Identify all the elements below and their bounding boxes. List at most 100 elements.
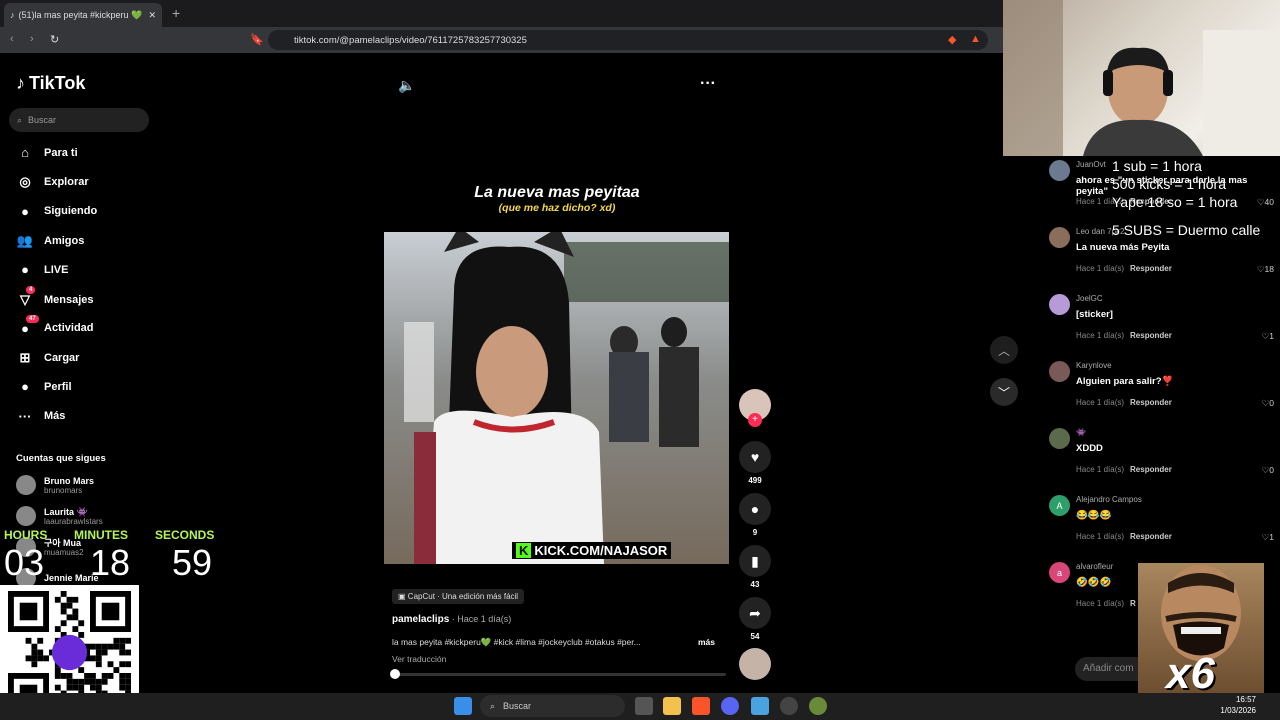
comment-bubble-icon[interactable]: ● (739, 493, 771, 525)
qr-module (72, 626, 79, 632)
following-account[interactable]: Bruno Mars brunomars (16, 475, 94, 495)
next-video-chevron-down-icon[interactable]: ﹀ (990, 378, 1018, 406)
nav-item-para-ti[interactable]: ⌂ Para ti (16, 145, 78, 160)
more-options-icon[interactable]: ··· (700, 75, 716, 93)
overlay-rule-line: 500 kicks = 1 hora (1112, 176, 1227, 192)
comment-action[interactable]: ● 9 (738, 493, 772, 537)
nav-item-cargar[interactable]: ⊞ Cargar (16, 350, 80, 366)
obs-icon[interactable] (780, 697, 798, 715)
creator-avatar-action[interactable]: + (738, 389, 772, 427)
hours-label: HOURS (4, 528, 48, 542)
save-action[interactable]: ▮ 43 (738, 545, 772, 589)
comment-username[interactable]: alvarofleur (1076, 562, 1113, 571)
comment-avatar[interactable] (1049, 428, 1070, 449)
notepad-icon[interactable] (751, 697, 769, 715)
comment-avatar[interactable] (1049, 160, 1070, 181)
clock-time: 16:57 (1235, 695, 1256, 704)
comment-username[interactable]: Alejandro Campos (1076, 495, 1142, 504)
comment-avatar[interactable]: A (1049, 495, 1070, 516)
qr-module (119, 684, 126, 691)
share-action[interactable]: ➦ 54 (738, 597, 772, 641)
reload-icon[interactable]: ↻ (50, 33, 59, 46)
comment-avatar[interactable] (1049, 227, 1070, 248)
comment-text: [sticker] (1076, 309, 1113, 320)
reply-button[interactable]: Responder (1130, 465, 1172, 474)
video-progress-bar[interactable] (390, 669, 726, 679)
qr-module (125, 661, 131, 668)
progress-knob[interactable] (390, 669, 401, 679)
heart-outline-icon[interactable]: ♡ (1257, 264, 1265, 274)
bookmark-icon[interactable]: 🔖 (250, 33, 264, 46)
comment-like-count: 18 (1264, 264, 1274, 274)
minutes-label: MINUTES (74, 528, 128, 542)
tiktok-logo[interactable]: ♪ TikTok (16, 73, 85, 94)
comment-username[interactable]: JoelGC (1076, 294, 1103, 303)
nav-item-amigos[interactable]: 👥 Amigos (16, 233, 84, 249)
comment-username[interactable]: 👾 (1076, 428, 1086, 437)
comment-like[interactable]: ♡0 (1262, 398, 1274, 409)
system-clock[interactable]: 16:57 1/03/2026 (1220, 694, 1256, 716)
nav-item-perfil[interactable]: ● Perfil (16, 379, 71, 394)
comment-like[interactable]: ♡0 (1262, 465, 1274, 476)
video-still-image (404, 232, 729, 564)
volume-icon[interactable]: 🔈 (398, 77, 415, 94)
nav-item-actividad[interactable]: ● 47 Actividad (16, 314, 94, 336)
search-input[interactable]: ⌕ Buscar (9, 108, 149, 132)
reply-button[interactable]: Responder (1130, 264, 1172, 273)
back-icon[interactable]: ‹ (10, 33, 14, 45)
qr-module (125, 637, 131, 644)
reply-button[interactable]: Responder (1130, 532, 1172, 541)
comment-like[interactable]: ♡1 (1262, 532, 1274, 543)
like-action[interactable]: ♥ 499 (738, 441, 772, 485)
home-icon: ⌂ (21, 145, 29, 160)
app-icon[interactable] (809, 697, 827, 715)
video-frame[interactable]: K KICK.COM/NAJASOR (384, 232, 729, 564)
kick-watermark: K KICK.COM/NAJASOR (512, 542, 672, 559)
following-account[interactable]: Laurita 👾 laaurabrawlstars (16, 506, 103, 526)
comment-avatar[interactable] (1049, 361, 1070, 382)
previous-video-chevron-up-icon[interactable]: ︿ (990, 336, 1018, 364)
reply-button[interactable]: R (1130, 599, 1136, 608)
comment-like[interactable]: ♡18 (1257, 264, 1274, 275)
see-translation-link[interactable]: Ver traducción (392, 654, 446, 664)
task-view-icon[interactable] (635, 697, 653, 715)
nav-item-m-s[interactable]: ··· Más (16, 408, 66, 424)
qr-module (101, 673, 108, 679)
nav-item-siguiendo[interactable]: ● Siguiendo (16, 204, 97, 219)
account-name: Laurita 👾 (44, 506, 88, 517)
comment-like[interactable]: ♡1 (1262, 331, 1274, 342)
brave-rewards-icon[interactable]: ▲ (970, 33, 981, 45)
music-disc-action[interactable] (738, 648, 772, 680)
forward-icon[interactable]: › (30, 33, 34, 45)
nav-item-mensajes[interactable]: ▽ 4 Mensajes (16, 285, 94, 308)
comment-username[interactable]: Karynlove (1076, 361, 1112, 370)
comment-avatar[interactable]: a (1049, 562, 1070, 583)
nav-item-live[interactable]: ● LIVE (16, 262, 68, 277)
author-name[interactable]: pamelaclips (392, 614, 449, 625)
heart-icon[interactable]: ♥ (739, 441, 771, 473)
nav-item-explorar[interactable]: ◎ Explorar (16, 174, 88, 190)
close-tab-icon[interactable]: ✕ (148, 10, 156, 21)
description-more-link[interactable]: más (698, 637, 715, 647)
address-bar[interactable]: tiktok.com/@pamelaclips/video/7611725783… (268, 30, 988, 50)
comment-username[interactable]: JuanOvt (1076, 160, 1106, 169)
taskbar-search[interactable]: ⌕ Buscar (480, 695, 625, 717)
qr-module (31, 649, 38, 656)
file-explorer-icon[interactable] (663, 697, 681, 715)
reply-button[interactable]: Responder (1130, 398, 1172, 407)
share-arrow-icon[interactable]: ➦ (739, 597, 771, 629)
new-tab-icon[interactable]: + (172, 5, 180, 21)
comment-avatar[interactable] (1049, 294, 1070, 315)
follow-plus-icon[interactable]: + (748, 413, 762, 427)
more-dots-icon: ··· (18, 408, 32, 424)
brave-browser-icon[interactable] (692, 697, 710, 715)
capcut-badge[interactable]: ▣ CapCut · Una edición más fácil (392, 589, 525, 604)
bookmark-save-icon[interactable]: ▮ (739, 545, 771, 577)
reply-button[interactable]: Responder (1130, 331, 1172, 340)
browser-tab[interactable]: ♪ (51)la mas peyita #kickperu 💚 ✕ (4, 3, 162, 27)
discord-icon[interactable] (721, 697, 739, 715)
brave-shield-icon[interactable]: ◆ (948, 33, 956, 46)
qr-module (66, 596, 73, 603)
music-disc-avatar[interactable] (739, 648, 771, 680)
windows-start-icon[interactable] (454, 697, 472, 715)
